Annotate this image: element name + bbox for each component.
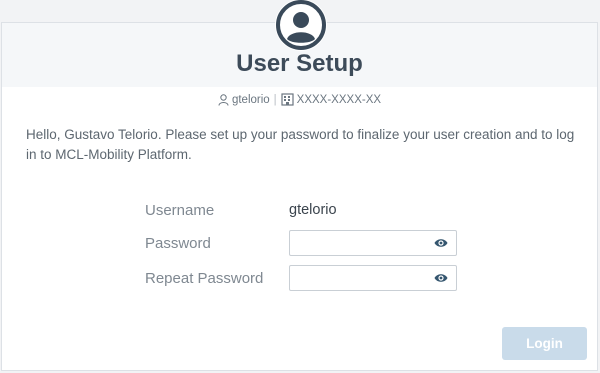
- intro-text: Hello, Gustavo Telorio. Please set up yo…: [26, 127, 575, 162]
- page-title: User Setup: [236, 50, 363, 77]
- username-value: gtelorio: [289, 202, 337, 218]
- user-avatar-icon: [275, 0, 327, 51]
- eye-icon[interactable]: [434, 237, 448, 249]
- login-button[interactable]: Login: [502, 327, 587, 360]
- repeat-password-field: [289, 265, 457, 291]
- repeat-password-label: Repeat Password: [145, 269, 264, 287]
- username-label: Username: [145, 201, 215, 219]
- user-meta-line: gtelorio | XXXX-XXXX-XX: [2, 93, 597, 106]
- username-row: Username gtelorio: [145, 196, 465, 224]
- password-field: [289, 230, 457, 256]
- meta-id-value: XXXX-XXXX-XX: [296, 93, 382, 106]
- password-input[interactable]: [296, 232, 430, 256]
- password-row: Password: [145, 229, 465, 257]
- user-setup-card: User Setup gtelorio | XXXX-XXXX-XX Hello…: [1, 0, 598, 371]
- meta-username: gtelorio: [231, 93, 270, 106]
- building-icon: [281, 93, 294, 106]
- repeat-password-input[interactable]: [296, 267, 430, 291]
- user-outline-icon: [218, 93, 229, 106]
- password-label: Password: [145, 234, 211, 252]
- repeat-password-row: Repeat Password: [145, 264, 465, 292]
- meta-separator: |: [273, 93, 277, 106]
- eye-icon[interactable]: [434, 272, 448, 284]
